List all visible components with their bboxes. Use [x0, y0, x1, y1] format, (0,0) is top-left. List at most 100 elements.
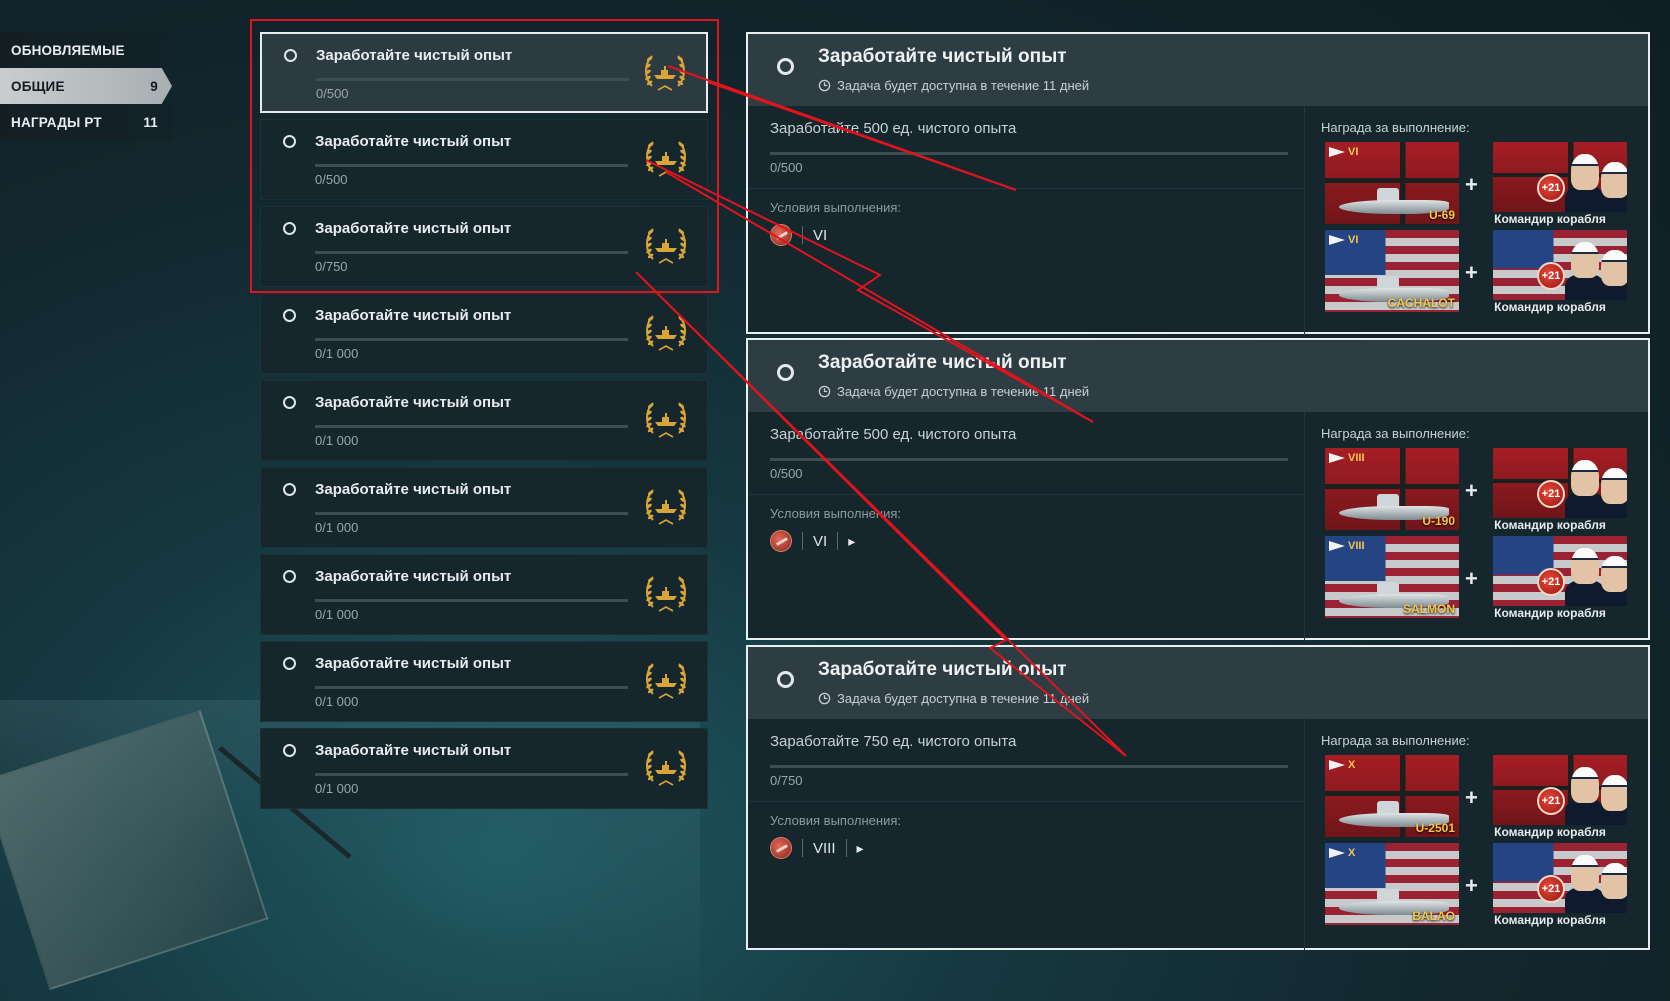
radio-icon[interactable]: [283, 657, 296, 670]
radio-icon[interactable]: [283, 483, 296, 496]
sidebar-item-general[interactable]: ОБЩИЕ 9: [0, 68, 172, 104]
availability-info: Задача будет доступна в течение 11 дней: [818, 691, 1089, 706]
task-progress-text: 0/1 000: [315, 607, 359, 622]
commander-card[interactable]: +21: [1493, 448, 1627, 518]
reward-ship-card[interactable]: VIII U-190: [1325, 448, 1459, 530]
radio-icon[interactable]: [283, 744, 296, 757]
task-item[interactable]: Заработайте чистый опыт 0/1 000: [260, 380, 708, 461]
task-item[interactable]: Заработайте чистый опыт 0/1 000: [260, 728, 708, 809]
reward-ship-card[interactable]: X U-2501: [1325, 755, 1459, 837]
radio-icon[interactable]: [777, 671, 794, 688]
sidebar-item-label: ОБЩИЕ: [11, 78, 65, 94]
radio-icon[interactable]: [283, 570, 296, 583]
plus-icon: +: [1465, 566, 1478, 591]
task-item[interactable]: Заработайте чистый опыт 0/1 000: [260, 467, 708, 548]
task-title: Заработайте чистый опыт: [315, 742, 512, 759]
task-detail-panel: Заработайте чистый опыт Задача будет дос…: [746, 338, 1650, 642]
task-list: Заработайте чистый опыт 0/500 Заработайт…: [260, 32, 708, 815]
commander-card[interactable]: +21: [1493, 755, 1627, 825]
sidebar-item-count: 9: [150, 78, 158, 94]
task-detail-header: Заработайте чистый опыт Задача будет дос…: [748, 647, 1648, 719]
commander-face: [1571, 460, 1599, 496]
task-progress-bar: [315, 599, 628, 602]
task-progress-text: 0/750: [315, 259, 348, 274]
plus-icon: +: [1465, 785, 1478, 810]
reward-ship-card[interactable]: X BALAO: [1325, 843, 1459, 925]
commander-face: [1571, 548, 1599, 584]
objective-text: Заработайте 750 ед. чистого опыта: [770, 733, 1017, 750]
radio-icon[interactable]: [777, 58, 794, 75]
task-title: Заработайте чистый опыт: [315, 133, 512, 150]
sidebar-item-updatable[interactable]: ОБНОВЛЯЕМЫЕ: [0, 32, 172, 68]
task-detail-title: Заработайте чистый опыт: [818, 659, 1067, 680]
task-item[interactable]: Заработайте чистый опыт 0/500: [260, 32, 708, 113]
radio-icon[interactable]: [283, 309, 296, 322]
commander-bonus-badge: +21: [1537, 568, 1565, 596]
availability-text: Задача будет доступна в течение 11 дней: [837, 384, 1090, 399]
task-detail-panel: Заработайте чистый опыт Задача будет дос…: [746, 32, 1650, 336]
commander-card[interactable]: +21: [1493, 142, 1627, 212]
tier-text: VI: [1348, 146, 1359, 158]
commander-face: [1601, 863, 1627, 899]
pennant-icon: [1329, 541, 1345, 551]
task-detail-panel: Заработайте чистый опыт Задача будет дос…: [746, 645, 1650, 950]
divider: [748, 494, 1304, 495]
tier-badge: X: [1329, 847, 1355, 859]
task-progress-bar: [316, 78, 629, 81]
commander-card[interactable]: +21: [1493, 843, 1627, 913]
pennant-icon: ▸: [856, 839, 864, 856]
task-item[interactable]: Заработайте чистый опыт 0/1 000: [260, 641, 708, 722]
pennant-icon: [1329, 147, 1345, 157]
radio-icon[interactable]: [284, 49, 297, 62]
task-item[interactable]: Заработайте чистый опыт 0/1 000: [260, 293, 708, 374]
objective-progress-text: 0/750: [770, 773, 803, 788]
commander-card[interactable]: +21: [1493, 536, 1627, 606]
radio-icon[interactable]: [283, 222, 296, 235]
commander-bonus-badge: +21: [1537, 787, 1565, 815]
reward-label: Награда за выполнение:: [1321, 120, 1470, 135]
sidebar-item-label: НАГРАДЫ РТ: [11, 114, 102, 130]
commander-label: Командир корабля: [1494, 518, 1606, 532]
reward-label: Награда за выполнение:: [1321, 733, 1470, 748]
ship-name: U-69: [1428, 208, 1455, 222]
reward-label: Награда за выполнение:: [1321, 426, 1470, 441]
radio-icon[interactable]: [283, 396, 296, 409]
task-item[interactable]: Заработайте чистый опыт 0/500: [260, 119, 708, 200]
tier-badge: VIII: [1329, 540, 1365, 552]
conditions: VIII ▸: [770, 837, 864, 859]
submarine-class-icon: [770, 837, 792, 859]
radio-icon[interactable]: [283, 135, 296, 148]
task-progress-text: 0/500: [315, 172, 348, 187]
laurel-icon: [646, 402, 686, 438]
pennant-icon: [1329, 848, 1345, 858]
submarine-class-icon: [770, 224, 792, 246]
divider: [837, 532, 839, 550]
tier-text: VI: [1348, 234, 1359, 246]
tier-badge: VIII: [1329, 452, 1365, 464]
condition-tier: VIII: [813, 839, 836, 857]
plus-icon: +: [1465, 873, 1478, 898]
divider: [802, 839, 803, 857]
reward-ship-card[interactable]: VI CACHALOT: [1325, 230, 1459, 312]
commander-label: Командир корабля: [1494, 913, 1606, 927]
reward-ship-card[interactable]: VI U-69: [1325, 142, 1459, 224]
divider: [845, 839, 847, 857]
task-progress-text: 0/1 000: [315, 346, 359, 361]
commander-face: [1601, 468, 1627, 504]
task-item[interactable]: Заработайте чистый опыт 0/1 000: [260, 554, 708, 635]
radio-icon[interactable]: [777, 364, 794, 381]
availability-text: Задача будет доступна в течение 11 дней: [837, 691, 1090, 706]
task-title: Заработайте чистый опыт: [315, 481, 512, 498]
pennant-icon: [1329, 760, 1345, 770]
laurel-icon: [646, 750, 686, 786]
commander-face: [1571, 855, 1599, 891]
commander-card[interactable]: +21: [1493, 230, 1627, 300]
task-item[interactable]: Заработайте чистый опыт 0/750: [260, 206, 708, 287]
pennant-icon: [1329, 235, 1345, 245]
reward-row: VIII U-190 + +21 Командир корабля: [1325, 448, 1645, 534]
sidebar-item-rt-rewards[interactable]: НАГРАДЫ РТ 11: [0, 104, 172, 140]
condition-tier: VI: [813, 226, 828, 244]
ship-name: U-190: [1422, 514, 1455, 528]
reward-ship-card[interactable]: VIII SALMON: [1325, 536, 1459, 618]
commander-label: Командир корабля: [1494, 300, 1606, 314]
